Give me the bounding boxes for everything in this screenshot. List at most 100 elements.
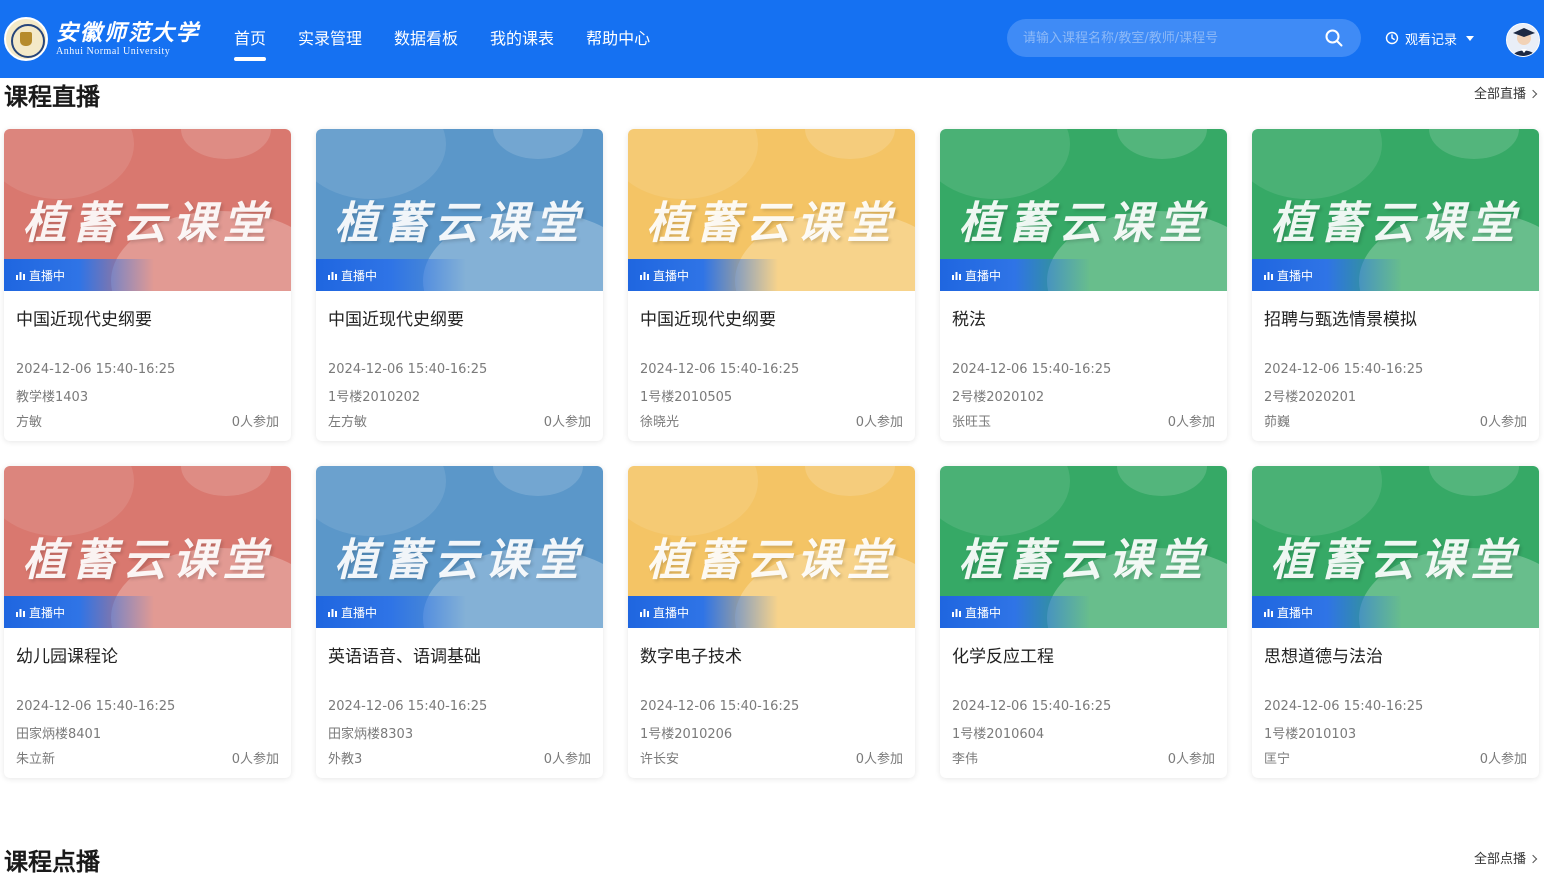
course-name: 招聘与甄选情景模拟 (1264, 310, 1417, 330)
course-card[interactable]: 植蓄云课堂 直播中 中国近现代史纲要 2024-12-06 15:40-16:2… (4, 129, 291, 441)
course-card[interactable]: 植蓄云课堂 直播中 幼儿园课程论 2024-12-06 15:40-16:25 … (4, 466, 291, 778)
live-course-grid: 植蓄云课堂 直播中 中国近现代史纲要 2024-12-06 15:40-16:2… (4, 129, 1539, 778)
course-card[interactable]: 植蓄云课堂 直播中 数字电子技术 2024-12-06 15:40-16:25 … (628, 466, 915, 778)
all-live-link[interactable]: 全部直播 (1473, 83, 1538, 102)
caret-down-icon (1466, 36, 1475, 41)
course-name: 英语语音、语调基础 (328, 647, 481, 667)
course-banner: 植蓄云课堂 直播中 (1252, 129, 1539, 291)
all-vod-link[interactable]: 全部点播 (1473, 848, 1538, 867)
live-badge: 直播中 (316, 259, 466, 291)
course-card[interactable]: 植蓄云课堂 直播中 招聘与甄选情景模拟 2024-12-06 15:40-16:… (1252, 129, 1539, 441)
course-info: 数字电子技术 2024-12-06 15:40-16:25 1号楼2010206… (628, 628, 915, 778)
all-live-label: 全部直播 (1473, 87, 1526, 102)
course-room: 教学楼1403 (16, 390, 89, 405)
live-bars-icon (16, 271, 25, 280)
participant-count: 0人参加 (1167, 752, 1215, 767)
watch-history-dropdown[interactable]: 观看记录 (1385, 28, 1475, 48)
course-time: 2024-12-06 15:40-16:25 (640, 362, 800, 377)
course-name: 化学反应工程 (952, 647, 1054, 667)
participant-count: 0人参加 (231, 415, 279, 430)
logo-name-en: Anhui Normal University (56, 46, 171, 57)
banner-title: 植蓄云课堂 (1270, 198, 1521, 249)
course-room: 田家炳楼8401 (16, 727, 102, 742)
banner-title: 植蓄云课堂 (22, 535, 273, 586)
live-badge: 直播中 (4, 596, 154, 628)
live-badge-label: 直播中 (29, 605, 66, 620)
course-name: 数字电子技术 (640, 647, 742, 667)
course-banner: 植蓄云课堂 直播中 (628, 129, 915, 291)
search-icon[interactable] (1325, 29, 1343, 47)
all-vod-label: 全部点播 (1473, 852, 1526, 867)
course-time: 2024-12-06 15:40-16:25 (328, 362, 488, 377)
course-teacher: 李伟 (952, 752, 979, 767)
course-room: 1号楼2010505 (640, 390, 733, 405)
user-avatar[interactable] (1506, 23, 1540, 57)
live-bars-icon (952, 608, 961, 617)
course-card[interactable]: 植蓄云课堂 直播中 化学反应工程 2024-12-06 15:40-16:25 … (940, 466, 1227, 778)
course-room: 2号楼2020201 (1264, 390, 1357, 405)
live-badge-label: 直播中 (1277, 605, 1314, 620)
course-teacher: 方敏 (16, 415, 43, 430)
live-badge-label: 直播中 (653, 605, 690, 620)
course-teacher: 许长安 (640, 752, 680, 767)
main-nav: 首页 实录管理 数据看板 我的课表 帮助中心 (226, 0, 674, 78)
course-card[interactable]: 植蓄云课堂 直播中 中国近现代史纲要 2024-12-06 15:40-16:2… (628, 129, 915, 441)
banner-title: 植蓄云课堂 (1270, 535, 1521, 586)
participant-count: 0人参加 (1167, 415, 1215, 430)
course-card[interactable]: 植蓄云课堂 直播中 思想道德与法治 2024-12-06 15:40-16:25… (1252, 466, 1539, 778)
course-banner: 植蓄云课堂 直播中 (316, 129, 603, 291)
course-banner: 植蓄云课堂 直播中 (1252, 466, 1539, 628)
nav-data-dashboard[interactable]: 数据看板 (386, 0, 466, 78)
live-badge-label: 直播中 (965, 605, 1002, 620)
course-name: 幼儿园课程论 (16, 647, 118, 667)
course-info: 税法 2024-12-06 15:40-16:25 2号楼2020102 张旺玉… (940, 291, 1227, 441)
live-badge: 直播中 (628, 596, 778, 628)
course-time: 2024-12-06 15:40-16:25 (1264, 699, 1424, 714)
course-info: 思想道德与法治 2024-12-06 15:40-16:25 1号楼201010… (1252, 628, 1539, 778)
participant-count: 0人参加 (855, 752, 903, 767)
course-room: 田家炳楼8303 (328, 727, 414, 742)
nav-my-schedule[interactable]: 我的课表 (482, 0, 562, 78)
course-info: 中国近现代史纲要 2024-12-06 15:40-16:25 教学楼1403 … (4, 291, 291, 441)
live-bars-icon (1264, 608, 1273, 617)
logo-name-cn: 安徽师范大学 (56, 20, 201, 46)
section-title-live: 课程直播 (4, 83, 100, 111)
course-banner: 植蓄云课堂 直播中 (4, 466, 291, 628)
participant-count: 0人参加 (231, 752, 279, 767)
course-time: 2024-12-06 15:40-16:25 (952, 362, 1112, 377)
course-room: 1号楼2010604 (952, 727, 1045, 742)
participant-count: 0人参加 (543, 415, 591, 430)
banner-title: 植蓄云课堂 (22, 198, 273, 249)
banner-title: 植蓄云课堂 (958, 198, 1209, 249)
course-room: 1号楼2010103 (1264, 727, 1357, 742)
live-badge: 直播中 (1252, 596, 1402, 628)
search-input[interactable] (1023, 19, 1313, 57)
nav-home[interactable]: 首页 (226, 0, 274, 78)
course-info: 中国近现代史纲要 2024-12-06 15:40-16:25 1号楼20105… (628, 291, 915, 441)
live-bars-icon (952, 271, 961, 280)
participant-count: 0人参加 (1479, 752, 1527, 767)
course-banner: 植蓄云课堂 直播中 (4, 129, 291, 291)
live-badge-label: 直播中 (341, 268, 378, 283)
course-name: 税法 (952, 310, 986, 330)
banner-title: 植蓄云课堂 (646, 535, 897, 586)
nav-recording-management[interactable]: 实录管理 (290, 0, 370, 78)
course-card[interactable]: 植蓄云课堂 直播中 中国近现代史纲要 2024-12-06 15:40-16:2… (316, 129, 603, 441)
live-badge-label: 直播中 (653, 268, 690, 283)
course-card[interactable]: 植蓄云课堂 直播中 税法 2024-12-06 15:40-16:25 2号楼2… (940, 129, 1227, 441)
course-teacher: 朱立新 (16, 752, 56, 767)
course-banner: 植蓄云课堂 直播中 (940, 129, 1227, 291)
university-logo[interactable]: 安徽师范大学 Anhui Normal University (4, 16, 198, 62)
course-info: 英语语音、语调基础 2024-12-06 15:40-16:25 田家炳楼830… (316, 628, 603, 778)
course-card[interactable]: 植蓄云课堂 直播中 英语语音、语调基础 2024-12-06 15:40-16:… (316, 466, 603, 778)
banner-title: 植蓄云课堂 (334, 535, 585, 586)
course-banner: 植蓄云课堂 直播中 (628, 466, 915, 628)
participant-count: 0人参加 (855, 415, 903, 430)
course-name: 思想道德与法治 (1264, 647, 1383, 667)
search-box (1007, 19, 1361, 57)
nav-help-center[interactable]: 帮助中心 (578, 0, 658, 78)
course-name: 中国近现代史纲要 (16, 310, 152, 330)
participant-count: 0人参加 (543, 752, 591, 767)
live-bars-icon (16, 608, 25, 617)
course-room: 1号楼2010202 (328, 390, 421, 405)
